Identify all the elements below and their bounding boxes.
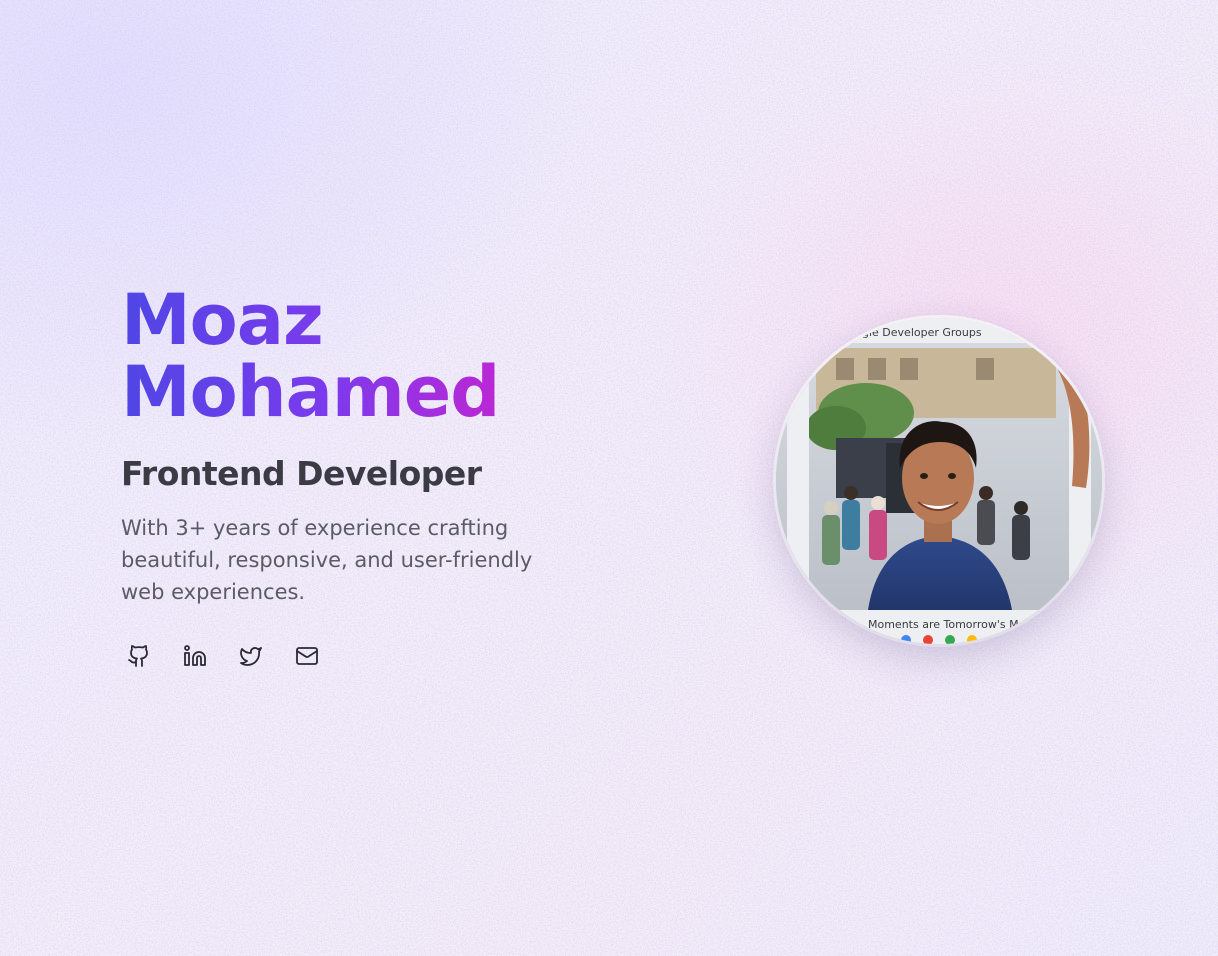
github-icon [127,644,151,673]
linkedin-icon [183,644,207,673]
github-link[interactable] [121,636,157,680]
bio-text: With 3+ years of experience crafting bea… [121,516,533,604]
frame-bottom-text: Moments are Tomorrow's M [868,618,1019,631]
last-name: Mohamed [121,351,500,433]
mail-icon [295,644,319,673]
email-link[interactable] [289,636,325,680]
role-title: Frontend Developer [121,454,482,493]
profile-photo: gle Developer Groups Moments are Tomorro… [776,318,1102,644]
frame-top-text: gle Developer Groups [862,326,982,339]
social-links [121,636,325,680]
hero-section: Moaz Mohamed Frontend Developer With 3+ … [121,284,641,608]
hero-name: Moaz Mohamed [121,284,641,428]
twitter-icon [239,644,263,673]
twitter-link[interactable] [233,636,269,680]
first-name: Moaz [121,279,323,361]
linkedin-link[interactable] [177,636,213,680]
